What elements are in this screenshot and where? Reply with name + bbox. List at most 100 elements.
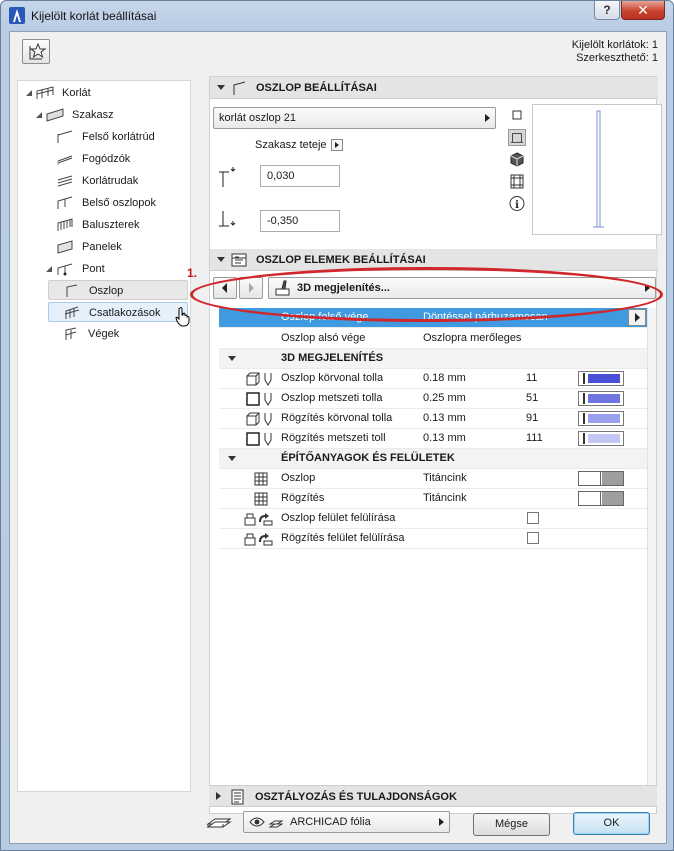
svg-text:i: i bbox=[515, 200, 519, 211]
post-object-dropdown[interactable]: korlát oszlop 21 bbox=[213, 107, 496, 129]
pen-weight: 0.13 mm bbox=[423, 432, 466, 444]
dialog-body: Kijelölt korlátok: 1 Szerkeszthető: 1 Ko… bbox=[9, 31, 667, 844]
table-row-material[interactable]: Oszlop Titáncink bbox=[219, 469, 647, 489]
table-scrollbar[interactable] bbox=[647, 308, 656, 795]
table-row-pen[interactable]: Rögzítés körvonal tolla 0.13 mm 91 bbox=[219, 409, 647, 429]
group-label: ÉPÍTŐANYAGOK ÉS FELÜLETEK bbox=[281, 452, 455, 464]
collapse-arrow-icon[interactable] bbox=[228, 356, 236, 361]
section-pen-icon bbox=[246, 432, 260, 446]
selection-info: Kijelölt korlátok: 1 Szerkeszthető: 1 bbox=[572, 39, 658, 65]
post-elements-icon bbox=[231, 253, 247, 267]
group-label: 3D MEGJELENÍTÉS bbox=[281, 352, 384, 364]
rail-icon bbox=[57, 175, 73, 187]
tree-item-label: Korlát bbox=[62, 87, 91, 99]
layer-dropdown[interactable]: ARCHICAD fólia bbox=[243, 811, 450, 833]
tree-item-railing[interactable]: Korlát bbox=[22, 83, 182, 103]
pen-number: 11 bbox=[526, 372, 538, 384]
tree-item-top-rail[interactable]: Felső korlátrúd bbox=[22, 127, 182, 147]
table-row-override[interactable]: Oszlop felület felülírása bbox=[219, 509, 647, 529]
tree-item-label: Fogódzók bbox=[82, 153, 131, 165]
tree-item-rails[interactable]: Korlátrudak bbox=[22, 171, 182, 191]
table-row-bottom-end[interactable]: Oszlop alsó vége Oszlopra merőleges bbox=[219, 329, 647, 349]
tree-item-handrails[interactable]: Fogódzók bbox=[22, 149, 182, 169]
override-checkbox[interactable] bbox=[527, 512, 539, 524]
material-swatch[interactable] bbox=[578, 471, 624, 486]
plan-view-icon[interactable] bbox=[508, 106, 526, 123]
expand-arrow-icon[interactable] bbox=[45, 265, 53, 273]
tree-item-ends[interactable]: Végek bbox=[48, 324, 188, 344]
pen-swatch[interactable] bbox=[578, 391, 624, 406]
tree-item-inner-posts[interactable]: Belső oszlopok bbox=[22, 193, 182, 213]
segment-top-label-text: Szakasz teteje bbox=[255, 139, 327, 151]
material-icon bbox=[254, 472, 268, 486]
cancel-button[interactable]: Mégse bbox=[473, 813, 550, 836]
expand-arrow-icon[interactable] bbox=[216, 792, 221, 800]
pen-swatch[interactable] bbox=[578, 411, 624, 426]
segment-top-label: Szakasz teteje bbox=[255, 139, 327, 151]
dropdown-arrow-icon bbox=[439, 818, 444, 826]
tree-item-label: Szakasz bbox=[72, 109, 114, 121]
film-strip-icon[interactable] bbox=[508, 173, 526, 190]
title-bar[interactable]: Kijelölt korlát beállításai ? ✕ bbox=[1, 1, 673, 31]
material-name: Rögzítés bbox=[281, 492, 325, 504]
group-3d-view[interactable]: 3D MEGJELENÍTÉS bbox=[219, 349, 647, 369]
expand-arrow-icon[interactable] bbox=[25, 89, 33, 97]
segment-top-menu-icon[interactable] bbox=[331, 139, 343, 151]
favorites-button[interactable] bbox=[22, 39, 50, 64]
post-preview bbox=[532, 104, 662, 235]
row-name: Oszlop alsó vége bbox=[281, 332, 366, 344]
table-row-override[interactable]: Rögzítés felület felülírása bbox=[219, 529, 647, 549]
help-button[interactable]: ? bbox=[594, 1, 620, 20]
info-icon[interactable]: i bbox=[508, 195, 526, 212]
top-offset-field[interactable]: 0,030 bbox=[260, 165, 340, 187]
material-swatch[interactable] bbox=[578, 491, 624, 506]
collapse-arrow-icon[interactable] bbox=[217, 257, 225, 262]
override-checkbox[interactable] bbox=[527, 532, 539, 544]
table-row-material[interactable]: Rögzítés Titáncink bbox=[219, 489, 647, 509]
3d-view-icon[interactable] bbox=[508, 151, 526, 168]
table-row-pen[interactable]: Oszlop metszeti tolla 0.25 mm 51 bbox=[219, 389, 647, 409]
collapse-arrow-icon[interactable] bbox=[228, 456, 236, 461]
eye-icon bbox=[249, 817, 265, 827]
tree-item-label: Oszlop bbox=[89, 285, 124, 297]
post-icon bbox=[66, 284, 78, 297]
collapse-arrow-icon[interactable] bbox=[217, 85, 225, 90]
classification-icon bbox=[231, 789, 244, 805]
side-view-icon[interactable] bbox=[508, 129, 526, 146]
dialog-window: Kijelölt korlát beállításai ? ✕ Kijelölt… bbox=[0, 0, 674, 851]
tree-item-label: Csatlakozások bbox=[89, 307, 161, 319]
annotation-number: 1. bbox=[187, 266, 198, 280]
tree-item-node[interactable]: Pont bbox=[22, 259, 182, 279]
pen-name: Rögzítés metszeti toll bbox=[281, 432, 386, 444]
tree-item-post[interactable]: Oszlop bbox=[48, 280, 188, 300]
table-row-pen[interactable]: Rögzítés metszeti toll 0.13 mm 111 bbox=[219, 429, 647, 449]
expand-arrow-icon[interactable] bbox=[35, 111, 43, 119]
ok-button[interactable]: OK bbox=[573, 812, 650, 835]
node-icon bbox=[57, 263, 73, 276]
pen-nib-icon bbox=[264, 433, 272, 446]
pen-nib-icon bbox=[264, 373, 272, 386]
table-row-pen[interactable]: Oszlop körvonal tolla 0.18 mm 11 bbox=[219, 369, 647, 389]
tree-item-balusters[interactable]: Baluszterek bbox=[22, 215, 182, 235]
bottom-offset-field[interactable]: -0,350 bbox=[260, 210, 340, 232]
pen-swatch[interactable] bbox=[578, 431, 624, 446]
pen-number: 111 bbox=[526, 432, 543, 444]
pen-swatch[interactable] bbox=[578, 371, 624, 386]
surface-override-icon bbox=[244, 533, 273, 546]
row-value: Oszlopra merőleges bbox=[423, 332, 522, 344]
tree-item-connections[interactable]: Csatlakozások bbox=[48, 302, 190, 327]
group-materials[interactable]: ÉPÍTŐANYAGOK ÉS FELÜLETEK bbox=[219, 449, 647, 469]
tree-item-segment[interactable]: Szakasz bbox=[22, 105, 182, 125]
pen-name: Oszlop metszeti tolla bbox=[281, 392, 383, 404]
baluster-icon bbox=[57, 218, 73, 231]
classification-header[interactable]: OSZTÁLYOZÁS ÉS TULAJDONSÁGOK bbox=[209, 785, 657, 807]
row-menu-button[interactable] bbox=[628, 309, 646, 326]
material-icon bbox=[254, 492, 268, 506]
editable-count: Szerkeszthető: 1 bbox=[576, 52, 658, 64]
close-button[interactable]: ✕ bbox=[621, 1, 665, 20]
railing-icon bbox=[36, 86, 54, 99]
post-preview-drawing bbox=[593, 110, 604, 228]
tree-item-panels[interactable]: Panelek bbox=[22, 237, 182, 257]
post-settings-header[interactable]: OSZLOP BEÁLLÍTÁSAI bbox=[210, 77, 658, 99]
post-icon bbox=[233, 81, 246, 95]
